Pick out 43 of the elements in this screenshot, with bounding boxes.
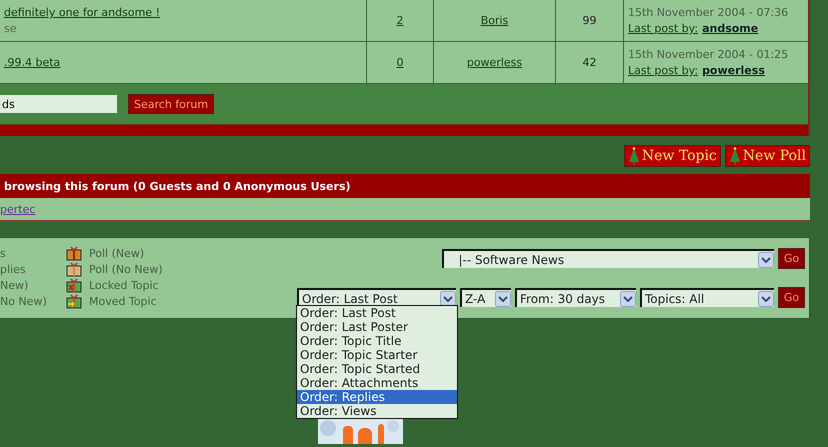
direction-select[interactable]: Z-A	[460, 288, 511, 307]
new-topic-button[interactable]: New Topic	[624, 145, 721, 167]
dropdown-option[interactable]: Order: Topic Started	[297, 362, 457, 376]
topic-link[interactable]: .99.4 beta	[4, 56, 60, 69]
legend-label: plies	[0, 262, 26, 276]
dropdown-option[interactable]: Order: Last Poster	[297, 320, 457, 334]
user-link[interactable]: pertec	[0, 202, 36, 216]
go-button[interactable]: Go	[778, 248, 805, 269]
search-forum-button[interactable]: Search forum	[128, 94, 214, 114]
legend-label: Moved Topic	[89, 294, 157, 308]
dropdown-option[interactable]: Order: Topic Starter	[297, 348, 457, 362]
dropdown-option[interactable]: Order: Topic Title	[297, 334, 457, 348]
forum-select[interactable]: |-- Software News	[442, 249, 774, 268]
legend-label: Poll (No New)	[89, 262, 163, 276]
topics-filter-select[interactable]: Topics: All	[640, 288, 774, 307]
dropdown-option[interactable]: Order: Views	[297, 404, 457, 418]
last-post-date: 15th November 2004 - 07:36	[628, 6, 788, 19]
replies-link[interactable]: 2	[396, 14, 404, 27]
legend-label: s	[0, 246, 6, 260]
last-post-link[interactable]: Last post by:	[628, 22, 698, 35]
new-topic-button[interactable]: New Poll	[724, 145, 810, 167]
starter-link[interactable]: powerless	[466, 56, 522, 69]
legend-label: Locked Topic	[89, 278, 159, 292]
topic-link[interactable]: definitely one for andsome !	[4, 6, 160, 19]
views-count: 42	[582, 56, 596, 69]
topic-description: se	[4, 22, 16, 35]
legend-label: Poll (New)	[89, 246, 144, 260]
date-range-select[interactable]: From: 30 days	[515, 288, 636, 307]
dropdown-option[interactable]: Order: Attachments	[297, 376, 457, 390]
views-count: 99	[582, 14, 596, 27]
replies-link[interactable]: 0	[396, 56, 404, 69]
active-users-header: browsing this forum (0 Guests and 0 Anonymous Users)	[0, 174, 810, 198]
last-post-link[interactable]: Last post by:	[628, 64, 698, 77]
dropdown-option[interactable]: Order: Replies	[297, 390, 457, 404]
legend-label: No New)	[0, 294, 47, 308]
legend-label: New)	[0, 278, 28, 292]
last-poster-link[interactable]: powerless	[702, 64, 765, 77]
search-field[interactable]: ds	[0, 95, 117, 113]
last-post-date: 15th November 2004 - 01:25	[628, 48, 788, 61]
starter-link[interactable]: Boris	[480, 14, 508, 27]
dropdown-option[interactable]: Order: Last Post	[297, 306, 457, 320]
last-poster-link[interactable]: andsome	[702, 22, 758, 35]
go-button[interactable]: Go	[778, 287, 805, 308]
